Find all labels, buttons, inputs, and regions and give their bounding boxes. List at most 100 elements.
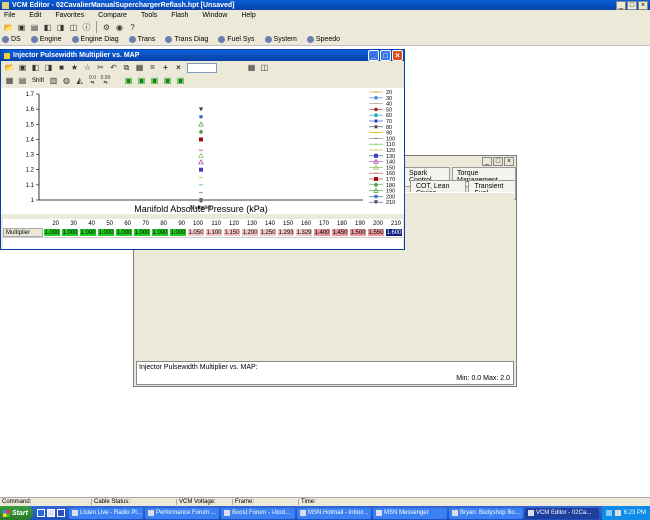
calc-icon[interactable]: ▥: [47, 75, 60, 87]
read-icon[interactable]: ◧: [41, 21, 54, 33]
save-icon[interactable]: ▣: [15, 21, 28, 33]
menu-window[interactable]: Window: [202, 12, 227, 19]
chart-view-icon[interactable]: ▤: [16, 75, 29, 87]
open-icon[interactable]: 📂: [2, 21, 15, 33]
equals-icon[interactable]: =: [146, 62, 159, 74]
precision-decrease-icon[interactable]: 0.0 ⇆: [86, 75, 99, 87]
module-engine-diag[interactable]: Engine Diag: [71, 36, 119, 43]
select-icon-2[interactable]: ▣: [135, 75, 148, 87]
table-cell[interactable]: 1.550: [367, 228, 385, 237]
table-minimize-button[interactable]: _: [368, 50, 379, 61]
module-system[interactable]: System: [264, 36, 297, 43]
menu-help[interactable]: Help: [241, 12, 255, 19]
write-icon[interactable]: ◨: [54, 21, 67, 33]
taskbar-item[interactable]: MSN Hotmail - Inbox...: [296, 507, 371, 519]
module-engine[interactable]: Engine: [30, 36, 62, 43]
module-ds[interactable]: DS: [2, 36, 21, 43]
cut-icon[interactable]: ✂: [94, 62, 107, 74]
copy-icon[interactable]: ⧉: [120, 62, 133, 74]
ie-icon[interactable]: [36, 509, 45, 517]
menu-favorites[interactable]: Favorites: [55, 12, 84, 19]
table-cell[interactable]: 1.600: [385, 228, 403, 237]
table-maximize-button[interactable]: □: [380, 50, 391, 61]
volume-icon[interactable]: [614, 510, 621, 516]
paste-icon[interactable]: ▦: [133, 62, 146, 74]
vehicle-icon[interactable]: ◉: [113, 21, 126, 33]
app-title-bar[interactable]: VCM Editor - 02CavalierManualSupercharge…: [0, 0, 650, 10]
table-cell[interactable]: 1.000: [169, 228, 187, 237]
taskbar-item[interactable]: Bryan: Bodyshop Bo...: [448, 507, 523, 519]
3d-icon[interactable]: ◍: [60, 75, 73, 87]
graph-icon[interactable]: ◭: [73, 75, 86, 87]
table-cell[interactable]: 1.250: [259, 228, 277, 237]
table-cell[interactable]: 1.200: [241, 228, 259, 237]
outlook-icon[interactable]: [46, 509, 55, 517]
menu-tools[interactable]: Tools: [141, 12, 157, 19]
engine-close-button[interactable]: ×: [504, 157, 514, 166]
undo-icon[interactable]: ↶: [107, 62, 120, 74]
table-cell[interactable]: 1.500: [349, 228, 367, 237]
start-button[interactable]: Start: [0, 506, 33, 520]
table-cell[interactable]: 1.450: [331, 228, 349, 237]
table-cell[interactable]: 1.293: [277, 228, 295, 237]
grid-icon[interactable]: ▦: [245, 62, 258, 74]
table-cell[interactable]: 1.400: [313, 228, 331, 237]
table-cell[interactable]: 1.329: [295, 228, 313, 237]
table-cell[interactable]: 1.000: [151, 228, 169, 237]
module-trans-diag[interactable]: Trans Diag: [165, 36, 208, 43]
table-cell[interactable]: 1.000: [79, 228, 97, 237]
word-icon[interactable]: [56, 509, 65, 517]
config-icon[interactable]: ⚙: [100, 21, 113, 33]
table-close-button[interactable]: ×: [392, 50, 403, 61]
maximize-button[interactable]: □: [627, 1, 637, 10]
table-cell[interactable]: 1.000: [133, 228, 151, 237]
info-icon[interactable]: ⓘ: [80, 21, 93, 33]
select-icon-4[interactable]: ▣: [161, 75, 174, 87]
compare-icon[interactable]: ◫: [67, 21, 80, 33]
stop-icon[interactable]: ■: [55, 62, 68, 74]
table-cell[interactable]: 1.150: [223, 228, 241, 237]
module-speedo[interactable]: Speedo: [306, 36, 340, 43]
taskbar-item[interactable]: MSN Messenger: [372, 507, 447, 519]
minimize-button[interactable]: _: [616, 1, 626, 10]
precision-increase-icon[interactable]: 0.00 ⇆: [99, 75, 112, 87]
module-trans[interactable]: Trans: [128, 36, 155, 43]
table-cell[interactable]: 1.000: [61, 228, 79, 237]
taskbar-item[interactable]: Boost Forum - i-bod...: [220, 507, 295, 519]
engine-minimize-button[interactable]: _: [482, 157, 492, 166]
table-cell[interactable]: 1.000: [43, 228, 61, 237]
table-cell[interactable]: 1.050: [187, 228, 205, 237]
module-fuel-sys[interactable]: Fuel Sys: [218, 36, 255, 43]
operation-value-input[interactable]: [187, 62, 217, 73]
save-table-icon[interactable]: ▣: [16, 62, 29, 74]
split-view-icon[interactable]: ◫: [258, 62, 271, 74]
help-icon[interactable]: ?: [126, 21, 139, 33]
menu-flash[interactable]: Flash: [171, 12, 188, 19]
network-icon[interactable]: [605, 510, 612, 516]
select-icon-5[interactable]: ▣: [174, 75, 187, 87]
close-button[interactable]: ×: [638, 1, 648, 10]
taskbar-item[interactable]: Performance Forum ...: [144, 507, 219, 519]
taskbar-item[interactable]: Listen Live - Radio Pl...: [68, 507, 143, 519]
save-as-icon[interactable]: ▤: [28, 21, 41, 33]
shift-button[interactable]: Shift: [32, 78, 44, 84]
menu-file[interactable]: File: [4, 12, 15, 19]
plus-icon[interactable]: +: [159, 62, 172, 74]
menu-edit[interactable]: Edit: [29, 12, 41, 19]
taskbar-item[interactable]: VCM Editor - 02Ca...: [524, 507, 599, 519]
table-view-icon[interactable]: ▦: [3, 75, 16, 87]
engine-maximize-button[interactable]: □: [493, 157, 503, 166]
table-window-title-bar[interactable]: Injector Pulsewidth Multiplier vs. MAP _…: [1, 50, 404, 61]
table-cell[interactable]: 1.000: [97, 228, 115, 237]
table-cell[interactable]: 1.000: [115, 228, 133, 237]
select-icon-1[interactable]: ▣: [122, 75, 135, 87]
table-cell[interactable]: 1.100: [205, 228, 223, 237]
copy-table-icon[interactable]: ◧: [29, 62, 42, 74]
open-table-icon[interactable]: 📂: [3, 62, 16, 74]
select-icon-3[interactable]: ▣: [148, 75, 161, 87]
print-icon[interactable]: ◨: [42, 62, 55, 74]
star-icon[interactable]: ★: [68, 62, 81, 74]
multiply-icon[interactable]: ×: [172, 62, 185, 74]
favorite-icon[interactable]: ☆: [81, 62, 94, 74]
menu-compare[interactable]: Compare: [98, 12, 127, 19]
